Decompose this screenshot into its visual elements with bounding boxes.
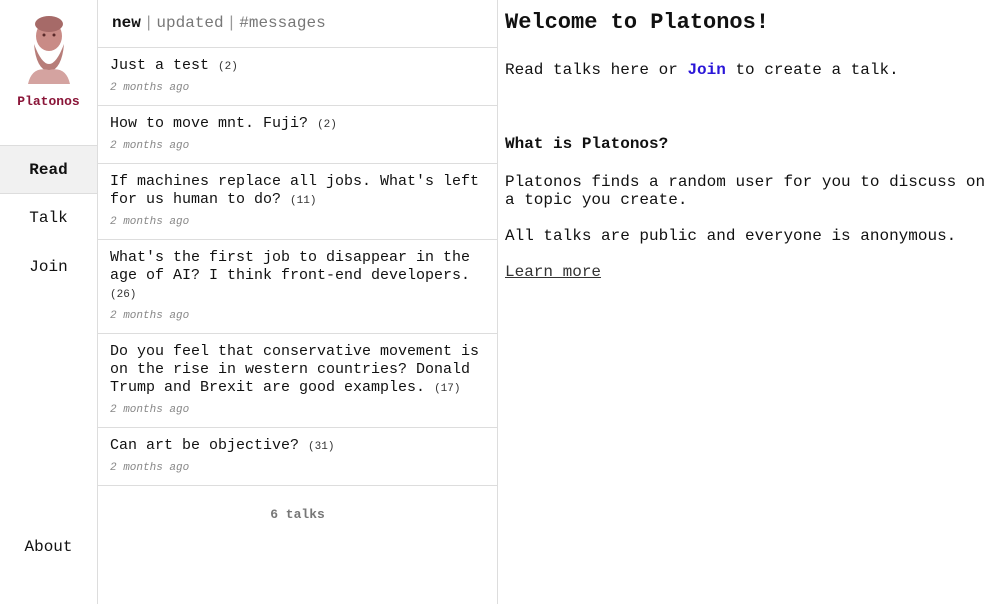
read-intro-pre: Read talks here or (505, 61, 678, 79)
tab-new[interactable]: new (112, 14, 141, 32)
plato-bust-logo[interactable] (24, 14, 74, 84)
learn-more-link[interactable]: Learn more (505, 263, 601, 281)
reply-count: (2) (317, 119, 337, 131)
talk-item[interactable]: Just a test (2) 2 months ago (98, 48, 497, 106)
reply-count: (17) (434, 383, 461, 395)
reply-count: (26) (110, 289, 137, 301)
talk-time: 2 months ago (110, 310, 190, 322)
talk-item[interactable]: Do you feel that conservative movement i… (98, 334, 497, 428)
talk-title-row: What's the first job to disappear in the… (110, 249, 485, 304)
talk-list-panel: new | updated | #messages Just a test (2) 2 … (98, 0, 498, 604)
talk-time: 2 months ago (110, 404, 190, 416)
talk-time: 2 months ago (110, 216, 190, 228)
tab-messages[interactable]: #messages (239, 14, 325, 32)
talk-item[interactable]: If machines replace all jobs. What's lef… (98, 164, 497, 240)
main-nav: Read Talk Join (0, 145, 97, 292)
join-link[interactable]: Join (687, 61, 725, 79)
anonymous-text: All talks are public and everyone is ano… (505, 227, 957, 245)
talk-item[interactable]: How to move mnt. Fuji? (2) 2 months ago (98, 106, 497, 164)
nav-read[interactable]: Read (0, 145, 97, 194)
talk-time: 2 months ago (110, 462, 190, 474)
tab-separator: | (226, 14, 237, 32)
talk-title-row: Can art be objective? (31) (110, 437, 485, 456)
what-heading: What is Platonos? (505, 135, 669, 153)
reply-count: (2) (218, 61, 238, 73)
reply-count: (31) (308, 441, 335, 453)
nav-about[interactable]: About (0, 538, 97, 556)
tab-updated[interactable]: updated (156, 14, 223, 32)
nav-talk[interactable]: Talk (0, 194, 97, 243)
talk-title[interactable]: Can art be objective? (110, 437, 299, 454)
talk-title[interactable]: Do you feel that conservative movement i… (110, 343, 479, 396)
talk-total: 6 talks (270, 507, 325, 522)
talk-time: 2 months ago (110, 82, 190, 94)
talk-title[interactable]: Just a test (110, 57, 209, 74)
talk-title-row: Do you feel that conservative movement i… (110, 343, 485, 398)
read-intro-post: to create a talk. (735, 61, 899, 79)
reply-count: (11) (290, 195, 317, 207)
nav-join[interactable]: Join (0, 243, 97, 292)
talk-title-row: If machines replace all jobs. What's lef… (110, 173, 485, 210)
talk-title[interactable]: What's the first job to disappear in the… (110, 249, 470, 284)
what-text: Platonos finds a random user for you to … (505, 173, 986, 209)
talk-title-row: How to move mnt. Fuji? (2) (110, 115, 485, 134)
talk-title-row: Just a test (2) (110, 57, 485, 76)
welcome-panel: Welcome to Platonos! Read talks here or … (505, 10, 987, 281)
talk-item[interactable]: What's the first job to disappear in the… (98, 240, 497, 334)
talk-time: 2 months ago (110, 140, 190, 152)
welcome-heading: Welcome to Platonos! (505, 10, 770, 35)
brand-name[interactable]: Platonos (0, 94, 97, 109)
talk-title[interactable]: How to move mnt. Fuji? (110, 115, 308, 132)
list-tabs: new | updated | #messages (98, 0, 497, 48)
read-intro: Read talks here or Join to create a talk… (505, 61, 987, 79)
sidebar: Platonos Read Talk Join About (0, 0, 98, 604)
tab-separator: | (143, 14, 154, 32)
talk-item[interactable]: Can art be objective? (31) 2 months ago (98, 428, 497, 486)
